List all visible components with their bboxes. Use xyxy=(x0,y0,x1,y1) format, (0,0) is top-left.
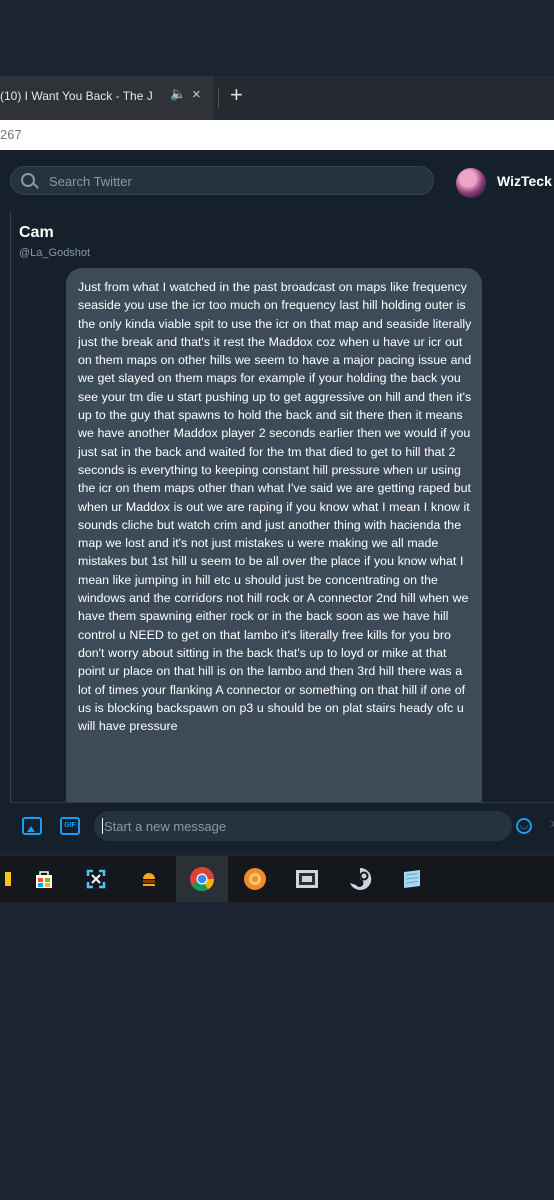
message-text: Just from what I watched in the past bro… xyxy=(78,280,472,734)
orange-app-icon[interactable] xyxy=(241,865,269,893)
snip-icon[interactable] xyxy=(82,865,110,893)
tab-title: (10) I Want You Back - The J xyxy=(0,89,153,103)
taskbar-edge-icon[interactable] xyxy=(0,865,22,893)
browser-tab-bar: (10) I Want You Back - The J 🔈 × + xyxy=(0,76,554,120)
tab-divider xyxy=(218,88,219,108)
message-composer: GIF Start a new message ◡ › xyxy=(10,802,554,851)
store-icon[interactable] xyxy=(30,865,58,893)
close-icon[interactable]: × xyxy=(192,86,201,103)
contact-name[interactable]: Cam xyxy=(19,224,54,242)
chrome-icon[interactable] xyxy=(188,865,216,893)
send-icon[interactable]: › xyxy=(550,815,554,833)
taskbar xyxy=(0,856,554,902)
search-input[interactable]: Search Twitter xyxy=(10,166,434,195)
new-tab-button[interactable]: + xyxy=(230,82,243,108)
notepad-icon[interactable] xyxy=(398,865,426,893)
gif-icon[interactable]: GIF xyxy=(60,817,80,835)
media-app-icon[interactable] xyxy=(293,865,321,893)
image-icon[interactable] xyxy=(22,817,42,835)
message-bubble: Just from what I watched in the past bro… xyxy=(66,268,482,802)
conversation-panel: Cam @La_Godshot Just from what I watched… xyxy=(10,212,554,802)
text-caret xyxy=(102,818,103,834)
contact-handle[interactable]: @La_Godshot xyxy=(19,247,90,259)
search-icon xyxy=(21,173,35,187)
search-placeholder: Search Twitter xyxy=(49,174,132,189)
profile-name[interactable]: WizTeck xyxy=(497,173,552,189)
message-input[interactable]: Start a new message xyxy=(94,811,512,841)
burger-app-icon[interactable] xyxy=(135,865,163,893)
avatar[interactable] xyxy=(456,168,486,198)
url-text: 267 xyxy=(0,127,22,142)
speaker-icon[interactable]: 🔈 xyxy=(170,86,186,102)
twitter-app: Search Twitter WizTeck Cam @La_Godshot J… xyxy=(0,150,554,851)
steam-icon[interactable] xyxy=(346,865,374,893)
address-bar[interactable]: 267 xyxy=(0,120,554,150)
emoji-icon[interactable]: ◡ xyxy=(516,818,532,834)
browser-tab[interactable]: (10) I Want You Back - The J 🔈 × xyxy=(0,76,214,120)
message-placeholder: Start a new message xyxy=(104,819,227,834)
